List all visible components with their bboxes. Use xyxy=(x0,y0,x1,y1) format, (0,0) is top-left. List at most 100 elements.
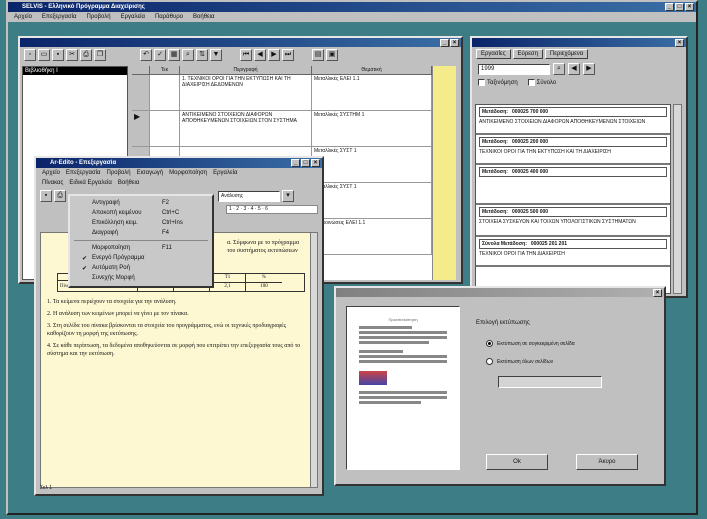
tab-tasks[interactable]: Εργασίες xyxy=(476,49,511,59)
menu-item-delete[interactable]: Διαγραφή F4 xyxy=(70,228,212,238)
menu-file[interactable]: Αρχείο xyxy=(14,14,32,20)
ok-button[interactable]: Ok xyxy=(486,454,548,470)
tool-prev-icon[interactable]: ◀ xyxy=(254,49,266,61)
list-item[interactable]: Μετάδοση: 000025 200 000 ΤΕΧΝΙΚΟΙ ΟΡΟΙ ΓΙΑ… xyxy=(476,135,670,165)
editor-menu-format[interactable]: Μορφοποίηση xyxy=(169,170,207,176)
right-scrollbar[interactable] xyxy=(673,104,682,294)
list-item[interactable]: Μετάδοση: 000025 500 000 ΣΤΟΙΧΕΙΑ ΣΥΣΚΕΥΩΝ… xyxy=(476,205,670,237)
paragraph[interactable]: 2. Η ανάλυση των κειμένων μπορεί να γίνε… xyxy=(47,310,305,318)
col-header-desc[interactable]: Περιγραφή xyxy=(180,66,312,75)
menu-item-active[interactable]: ✔ Ενεργό Πρόγραμμα xyxy=(70,253,212,263)
editor-menu-file[interactable]: Αρχείο xyxy=(42,170,60,176)
editor-menu-edit[interactable]: Επεξεργασία xyxy=(66,170,101,176)
sidebar-item-library[interactable]: Βιβλιοθήκη Ι xyxy=(23,67,127,75)
paragraph[interactable]: 3. Στη σελίδα του πίνακα βρίσκονται τα σ… xyxy=(47,322,305,338)
tool-filter-icon[interactable]: ▼ xyxy=(210,49,222,61)
editor-menu-special[interactable]: Ειδικά Εργαλεία xyxy=(69,180,111,186)
editor-print-icon[interactable]: ⎙ xyxy=(54,190,66,202)
print-option-2[interactable]: Εκτύπωση όλων σελίδων xyxy=(486,358,553,365)
editor-menu-table[interactable]: Πίνακας xyxy=(42,180,63,186)
editor-menu-help[interactable]: Βοήθεια xyxy=(118,180,140,186)
prev-icon[interactable]: ◀ xyxy=(568,63,580,75)
tool-first-icon[interactable]: ⏮ xyxy=(240,49,252,61)
cancel-button[interactable]: Άκυρο xyxy=(576,454,638,470)
table-cell[interactable] xyxy=(150,75,180,111)
menu-item-format[interactable]: Μορφοποίηση F11 xyxy=(70,243,212,253)
editor-menu-view[interactable]: Προβολή xyxy=(107,170,131,176)
tool-cut-icon[interactable]: ✂ xyxy=(66,49,78,61)
tool-sort-icon[interactable]: ⇅ xyxy=(196,49,208,61)
col-header-tek[interactable]: Τεκ xyxy=(150,66,180,75)
print-option-1[interactable]: Εκτύπωση σε συγκεκριμένη σελίδα xyxy=(486,340,575,347)
right-titlebar: × xyxy=(472,38,686,47)
grid-close-button[interactable]: × xyxy=(450,39,459,47)
editor-save-icon[interactable]: ▪ xyxy=(40,190,52,202)
menu-edit[interactable]: Επεξεργασία xyxy=(42,14,77,20)
tool-open-icon[interactable]: ▭ xyxy=(38,49,50,61)
menu-item-shortcut: Ctrl+Ins xyxy=(162,220,183,226)
tool-check-icon[interactable]: ✓ xyxy=(154,49,166,61)
menu-window[interactable]: Παράθυρο xyxy=(155,14,183,20)
find-icon[interactable]: ⌕ xyxy=(553,63,565,75)
list-item[interactable]: Σύνολα Μετάδοση: 000025 201 201 ΤΕΧΝΙΚΟΙ Ο… xyxy=(476,237,670,267)
menu-item-cut[interactable]: Αποκοπή κειμένου Ctrl+C xyxy=(70,208,212,218)
editor-scrollbar[interactable] xyxy=(310,232,318,488)
menu-item-paste[interactable]: Επικόλληση κειμ. Ctrl+Ins xyxy=(70,218,212,228)
table-cell[interactable] xyxy=(150,111,180,147)
tool-print-icon[interactable]: ⎙ xyxy=(80,49,92,61)
editor-dropdown-icon[interactable]: ▾ xyxy=(282,190,294,202)
menu-help[interactable]: Βοήθεια xyxy=(193,14,215,20)
tool-save-icon[interactable]: ▪ xyxy=(52,49,64,61)
tool-last-icon[interactable]: ⏭ xyxy=(282,49,294,61)
menu-tools[interactable]: Εργαλεία xyxy=(121,14,145,20)
table-cell-theme[interactable]: Μεταλλικές ΕΛΕΙ 1.1 xyxy=(312,75,432,111)
table-cell-theme[interactable]: Μεταλλικές ΣΥΣΤ 1 xyxy=(312,183,432,219)
tab-find[interactable]: Εύρεση xyxy=(512,49,543,59)
minimize-button[interactable]: _ xyxy=(665,3,674,11)
tab-contents[interactable]: Περιεχόμενα xyxy=(544,49,589,59)
row-indicator[interactable]: ▶ xyxy=(132,111,150,147)
print-close-button[interactable]: × xyxy=(653,289,662,297)
tool-grid-icon[interactable]: ▤ xyxy=(312,49,324,61)
editor-menu-tools[interactable]: Εργαλεία xyxy=(213,170,237,176)
total-checkbox[interactable] xyxy=(527,79,535,86)
menu-item-autoflow[interactable]: ✔ Αυτόματη Ροή xyxy=(70,263,212,273)
menu-item-copy[interactable]: Αντιγραφή F2 xyxy=(70,198,212,208)
maximize-button[interactable]: □ xyxy=(675,3,684,11)
search-input[interactable]: 1999 xyxy=(478,63,550,75)
list-item[interactable]: Μετάδοση: 000025 400 000 xyxy=(476,165,670,205)
next-icon[interactable]: ▶ xyxy=(583,63,595,75)
menu-item-continuous[interactable]: Συνεχής Μορφή xyxy=(70,273,212,283)
paragraph[interactable]: 1. Τα κείμενα περιέχουν τα στοιχεία για … xyxy=(47,298,305,306)
editor-max-button[interactable]: □ xyxy=(301,159,310,167)
tool-next-icon[interactable]: ▶ xyxy=(268,49,280,61)
row-indicator[interactable] xyxy=(132,75,150,111)
tool-copy-icon[interactable]: ❐ xyxy=(94,49,106,61)
col-header-theme[interactable]: Θεματική xyxy=(312,66,432,75)
editor-min-button[interactable]: _ xyxy=(291,159,300,167)
tool-find-icon[interactable]: ⌕ xyxy=(182,49,194,61)
table-cell-desc[interactable]: 1. ΤΕΧΝΙΚΟΙ ΟΡΟΙ ΓΙΑ ΤΗΝ ΕΚΤΥΠΩΣΗ ΚΑΙ ΤΗ… xyxy=(180,75,312,111)
sort-checkbox[interactable] xyxy=(478,79,485,86)
page-range-input[interactable] xyxy=(498,376,602,388)
list-item[interactable]: Μετάδοση: 000025 700 000 ΑΝΤΙΚΕΙΜΕΝΟ ΣΤΟΙΧ… xyxy=(476,105,670,135)
tool-undo-icon[interactable]: ↶ xyxy=(140,49,152,61)
check-icon: ✔ xyxy=(82,255,88,262)
tool-form-icon[interactable]: ▣ xyxy=(326,49,338,61)
editor-close-button[interactable]: × xyxy=(311,159,320,167)
table-cell-desc[interactable]: ΑΝΤΙΚΕΙΜΕΝΟ ΣΤΟΙΧΕΙΩΝ ΔΙΑΦΟΡΩΝ ΑΠΟΘΗΚΕΥΜ… xyxy=(180,111,312,147)
menu-view[interactable]: Προβολή xyxy=(87,14,111,20)
right-close-button[interactable]: × xyxy=(675,39,684,47)
table-cell-theme[interactable]: Μεταλλικές ΣΥΣΤ 1 xyxy=(312,147,432,183)
table-cell-theme[interactable]: Ανακοινώσεις ΕΛΕΙ 1.1 xyxy=(312,219,432,255)
menu-item-label: Αυτόματη Ροή xyxy=(92,265,130,271)
paragraph[interactable]: 4. Σε κάθε περίπτωση, τα δεδομένα αποθηκ… xyxy=(47,342,305,358)
table-cell-theme[interactable]: Μεταλλικές ΣΥΣΤΗΜ 1 xyxy=(312,111,432,147)
grid-min-button[interactable]: _ xyxy=(440,39,449,47)
tool-new-icon[interactable]: ▫ xyxy=(24,49,36,61)
preview-line xyxy=(359,391,447,394)
close-button[interactable]: × xyxy=(685,3,694,11)
font-select[interactable]: Ανάλυσης xyxy=(218,190,280,202)
editor-menu-insert[interactable]: Εισαγωγή xyxy=(137,170,164,176)
tool-table-icon[interactable]: ▦ xyxy=(168,49,180,61)
